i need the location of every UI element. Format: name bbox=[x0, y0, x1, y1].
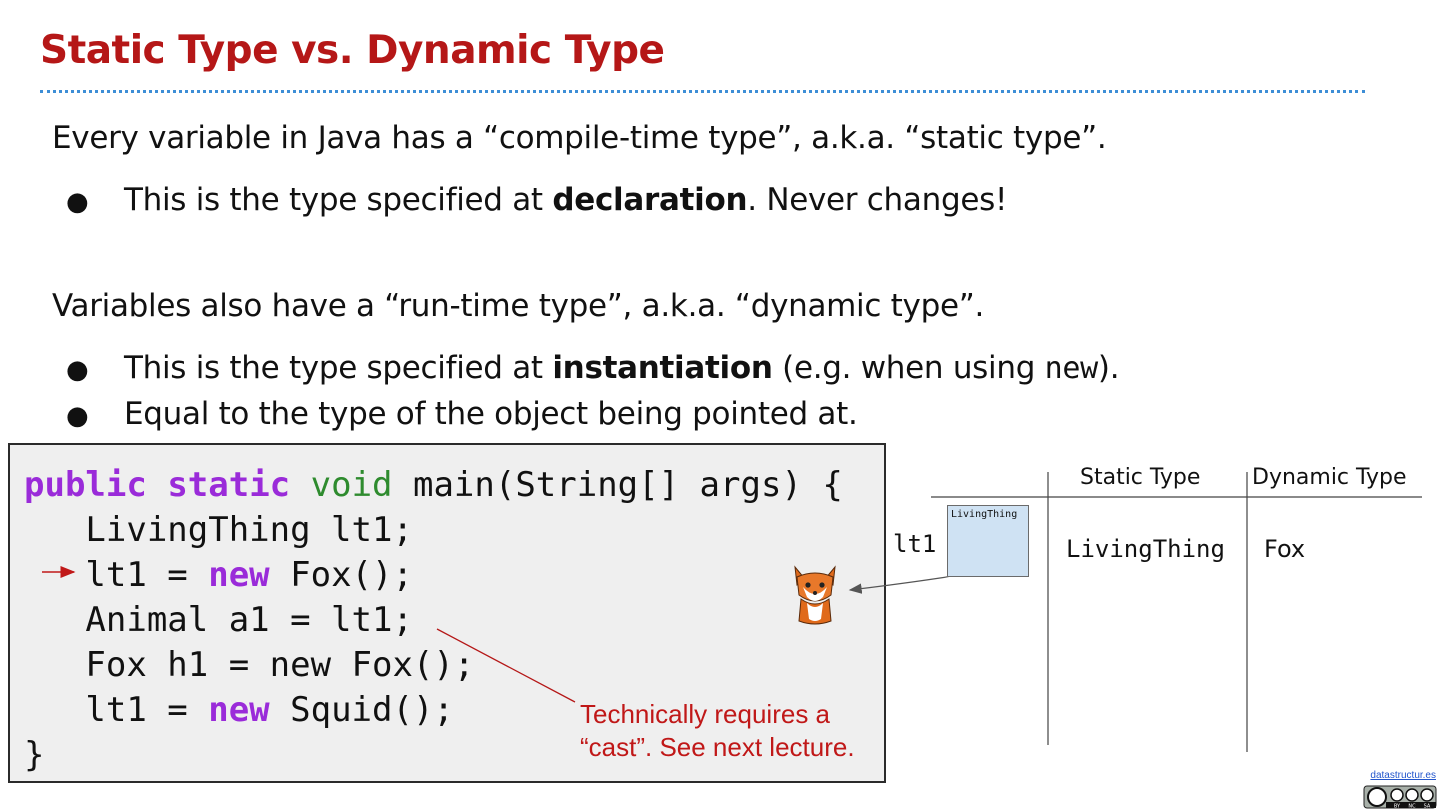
dynamic-type-value: Fox bbox=[1264, 535, 1306, 563]
variable-box-lt1: LivingThing bbox=[947, 505, 1029, 577]
license-label-nc: NC bbox=[1408, 804, 1416, 810]
header-static-type: Static Type bbox=[1080, 465, 1201, 490]
datastructures-link[interactable]: datastructur.es bbox=[1370, 770, 1436, 781]
variable-name-lt1: lt1 bbox=[893, 530, 937, 558]
variable-box-type-label: LivingThing bbox=[951, 509, 1018, 520]
static-type-value: LivingThing bbox=[1066, 535, 1225, 563]
license-label-by: BY bbox=[1394, 804, 1401, 810]
annotation-overlay: BY NC SA bbox=[42, 472, 1437, 810]
creative-commons-license-icon: BY NC SA bbox=[1363, 785, 1437, 810]
header-dynamic-type: Dynamic Type bbox=[1252, 465, 1407, 490]
fox-icon bbox=[794, 565, 836, 625]
license-label-sa: SA bbox=[1424, 804, 1431, 810]
cast-pointer-line bbox=[436, 628, 576, 703]
